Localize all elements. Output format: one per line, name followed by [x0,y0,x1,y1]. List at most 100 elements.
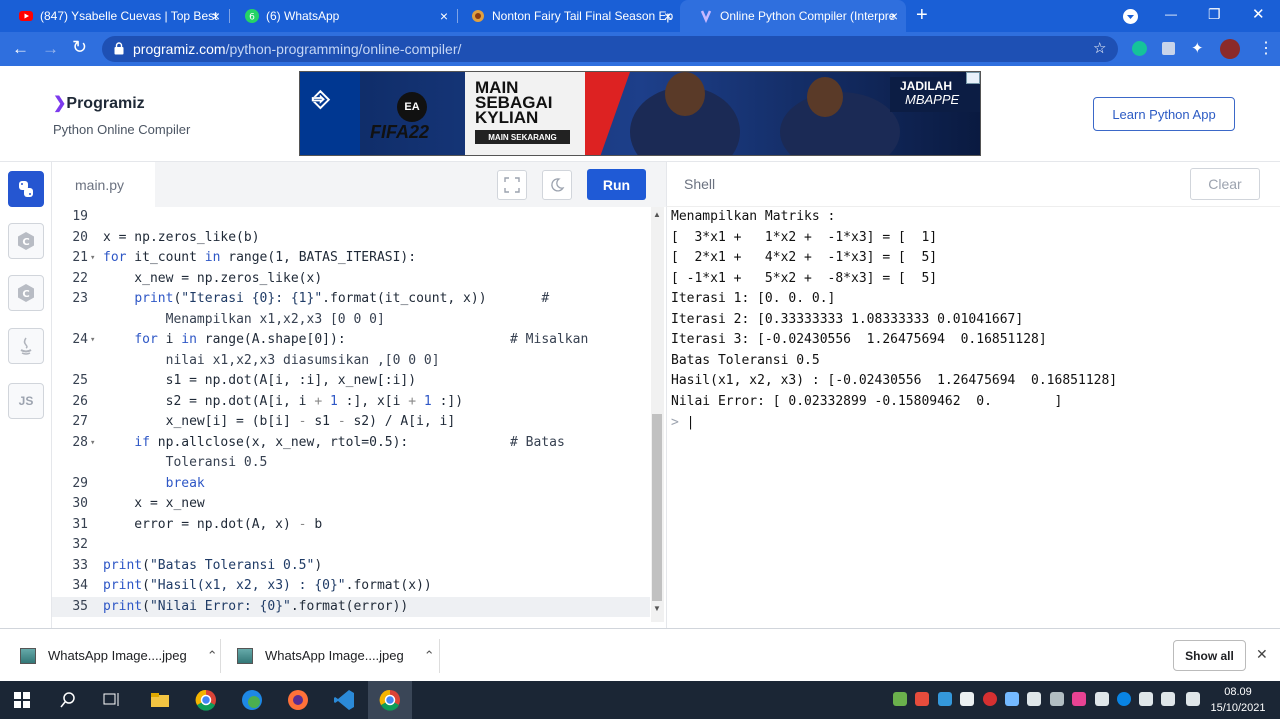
python-language-button[interactable] [8,171,44,207]
pen-icon[interactable] [1186,692,1200,706]
tray-app-icon[interactable] [1005,692,1019,706]
edge-taskbar-button[interactable] [230,681,274,719]
clear-button[interactable]: Clear [1190,168,1260,200]
tray-app-icon[interactable] [915,692,929,706]
address-bar[interactable]: programiz.com/python-programming/online-… [102,36,1118,62]
window-close-button[interactable]: ✕ [1252,5,1265,23]
bookmark-star-icon[interactable]: ☆ [1093,39,1106,57]
learn-python-app-button[interactable]: Learn Python App [1093,97,1235,131]
tab-search-icon[interactable] [1123,9,1138,24]
menu-icon[interactable]: ⋮ [1258,38,1274,58]
wifi-icon[interactable] [1095,692,1109,706]
scroll-down-arrow-icon[interactable]: ▼ [653,604,661,613]
tab-close-button[interactable]: × [890,8,898,24]
extension-icon[interactable] [1162,42,1175,55]
windows-start-button[interactable] [0,681,44,719]
reload-icon[interactable]: ↻ [72,37,87,58]
code-text: if np.allclose(x, x_new, rtol=0.5): # Ba… [134,434,565,450]
code-line[interactable]: 34 print("Hasil(x1, x2, x3) : {0}".format… [52,576,650,597]
programiz-logo[interactable]: ❯Programiz [53,93,145,113]
fold-toggle-icon[interactable]: ▾ [90,330,95,351]
ad-cta-button[interactable]: MAIN SEKARANG [475,130,570,144]
code-line[interactable]: 21 ▾ for it_count in range(1, BATAS_ITERAS… [52,248,650,269]
file-tab-main-py[interactable]: main.py [52,162,155,207]
cpp-language-button[interactable]: C [8,275,44,311]
shell-prompt[interactable]: > | [671,413,694,434]
code-line[interactable]: 27 x_new[i] = (b[i] - s1 - s2) / A[i, i] [52,412,650,433]
chevron-up-icon[interactable]: ⌃ [424,648,435,664]
download-item[interactable]: WhatsApp Image....jpeg ⌃ [20,629,218,682]
forward-arrow-icon[interactable]: → [42,39,59,59]
puzzle-icon[interactable]: ✦ [1191,39,1204,57]
editor-scrollbar[interactable]: ▲ ▼ [651,207,664,622]
tab-close-button[interactable]: × [212,8,220,24]
chrome-active-taskbar-button[interactable] [368,681,412,719]
code-line[interactable]: 26 s2 = np.dot(A[i, i + 1 :], x[i + 1 :]… [52,392,650,413]
search-button[interactable] [46,681,90,719]
code-line[interactable]: Menampilkan x1,x2,x3 [0 0 0] [52,310,650,331]
javascript-language-button[interactable]: JS [8,383,44,419]
minimize-button[interactable]: — [1165,7,1177,21]
back-arrow-icon[interactable]: ← [12,39,29,59]
tray-app-icon[interactable] [1117,692,1131,706]
c-icon: C [18,232,34,250]
code-line[interactable]: 32 [52,535,650,556]
tab-online-python-compiler[interactable]: Online Python Compiler (Interpre × [680,0,906,32]
scrollbar-thumb[interactable] [652,414,662,601]
c-language-button[interactable]: C [8,223,44,259]
code-line[interactable]: 25 s1 = np.dot(A[i, :i], x_new[:i]) [52,371,650,392]
code-line[interactable]: 22 x_new = np.zeros_like(x) [52,269,650,290]
java-language-button[interactable] [8,328,44,364]
fullscreen-button[interactable] [497,170,527,200]
scroll-up-arrow-icon[interactable]: ▲ [653,210,661,219]
code-line[interactable]: 20 x = np.zeros_like(b) [52,228,650,249]
profile-avatar[interactable] [1220,39,1240,59]
dark-mode-button[interactable] [542,170,572,200]
download-item[interactable]: WhatsApp Image....jpeg ⌃ [237,629,435,682]
restore-button[interactable]: ❐ [1208,6,1221,23]
code-line[interactable]: 28 ▾ if np.allclose(x, x_new, rtol=0.5): … [52,433,650,454]
close-downloads-button[interactable]: ✕ [1256,646,1268,663]
system-clock[interactable]: 08.09 15/10/2021 [1206,684,1270,716]
tray-app-icon[interactable] [1072,692,1086,706]
tray-app-icon[interactable] [1139,692,1153,706]
chevron-up-icon[interactable]: ⌃ [207,648,218,664]
tray-app-icon[interactable] [893,692,907,706]
tray-app-icon[interactable] [1050,692,1064,706]
run-button[interactable]: Run [587,169,646,200]
code-line[interactable]: 24 ▾ for i in range(A.shape[0]): # Misalk… [52,330,650,351]
firefox-taskbar-button[interactable] [276,681,320,719]
tray-app-icon[interactable] [938,692,952,706]
tab-close-button[interactable]: × [440,8,448,24]
tab-youtube[interactable]: (847) Ysabelle Cuevas | Top Best × [0,0,228,32]
show-all-button[interactable]: Show all [1173,640,1246,671]
shell-output[interactable]: Menampilkan Matriks : [ 3*x1 + 1*x2 + -1… [666,207,1280,628]
tray-app-icon[interactable] [960,692,974,706]
vscode-taskbar-button[interactable] [322,681,366,719]
code-editor[interactable]: 19 20 x = np.zeros_like(b) 21 ▾ for it_count … [52,207,650,622]
code-line[interactable]: 19 [52,207,650,228]
code-line[interactable]: 23 print("Iterasi {0}: {1}".format(it_co… [52,289,650,310]
code-line[interactable]: nilai x1,x2,x3 diasumsikan ,[0 0 0] [52,351,650,372]
fold-toggle-icon[interactable]: ▾ [90,248,95,269]
code-line[interactable]: Toleransi 0.5 [52,453,650,474]
task-view-button[interactable] [90,681,134,719]
code-line[interactable]: 30 x = x_new [52,494,650,515]
code-line[interactable]: 31 error = np.dot(A, x) - b [52,515,650,536]
advertisement-banner[interactable]: ⎆ EA FIFA22 MAIN SEBAGAI KYLIAN MAIN SEK… [299,71,981,156]
grammarly-extension-icon[interactable] [1132,41,1147,56]
file-explorer-button[interactable] [138,681,182,719]
chrome-taskbar-button[interactable] [184,681,228,719]
opera-tray-icon[interactable] [983,692,997,706]
adchoices-icon[interactable] [966,72,980,84]
volume-icon[interactable] [1161,692,1175,706]
code-line[interactable]: 29 break [52,474,650,495]
tab-close-button[interactable]: × [664,8,672,24]
new-tab-button[interactable]: + [916,4,928,27]
tab-fairy-tail[interactable]: Nonton Fairy Tail Final Season Ep × [452,0,680,32]
tab-whatsapp[interactable]: 6 (6) WhatsApp × [226,0,456,32]
code-line[interactable]: 35 print("Nilai Error: {0}".format(error)… [52,596,650,617]
fold-toggle-icon[interactable]: ▾ [90,433,95,454]
tray-app-icon[interactable] [1027,692,1041,706]
code-line[interactable]: 33 print("Batas Toleransi 0.5") [52,556,650,577]
